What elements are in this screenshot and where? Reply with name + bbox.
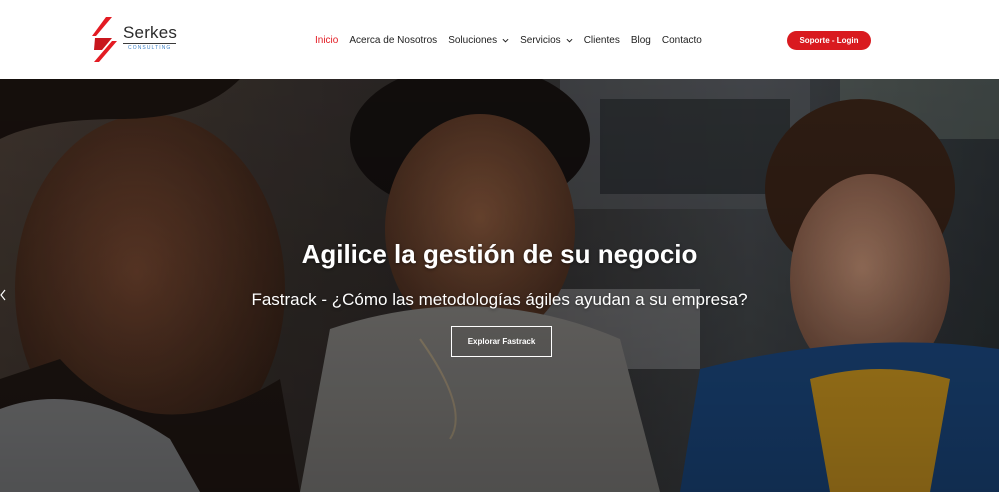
logo-tagline: CONSULTING [128,45,172,51]
support-login-button[interactable]: Soporte - Login [787,31,871,50]
site-logo[interactable]: Serkes CONSULTING [92,17,192,63]
nav-item-inicio[interactable]: Inicio [315,35,338,46]
nav-item-contacto[interactable]: Contacto [662,35,702,46]
nav-item-label: Blog [630,34,651,46]
explore-fastrack-button[interactable]: Explorar Fastrack [451,326,552,357]
nav-item-acerca[interactable]: Acerca de Nosotros [349,35,437,46]
nav-item-label: Clientes [583,34,620,46]
nav-item-servicios[interactable]: Servicios [520,35,573,46]
site-header: Serkes CONSULTING Inicio Acerca de Nosot… [0,0,999,79]
nav-item-soluciones[interactable]: Soluciones [448,35,509,46]
chevron-down-icon [502,38,509,43]
hero-title: Agilice la gestión de su negocio [301,239,698,269]
hero-slider: Agilice la gestión de su negocio Fastrac… [0,79,999,492]
nav-item-label: Contacto [661,34,702,46]
hero-background-image [0,79,999,492]
nav-item-blog[interactable]: Blog [631,35,651,46]
chevron-down-icon [566,38,573,43]
nav-item-clientes[interactable]: Clientes [584,35,620,46]
serkes-s-logo-icon [92,17,117,62]
nav-item-label: Acerca de Nosotros [349,34,438,46]
main-nav: Inicio Acerca de Nosotros Soluciones Ser… [315,33,713,47]
logo-brand-name: Serkes [123,23,178,42]
nav-item-label: Soluciones [448,34,498,46]
nav-item-label: Inicio [315,34,339,46]
hero-subtitle: Fastrack - ¿Cómo las metodologías ágiles… [251,290,748,309]
logo-divider [123,43,176,44]
nav-item-label: Servicios [520,34,561,46]
